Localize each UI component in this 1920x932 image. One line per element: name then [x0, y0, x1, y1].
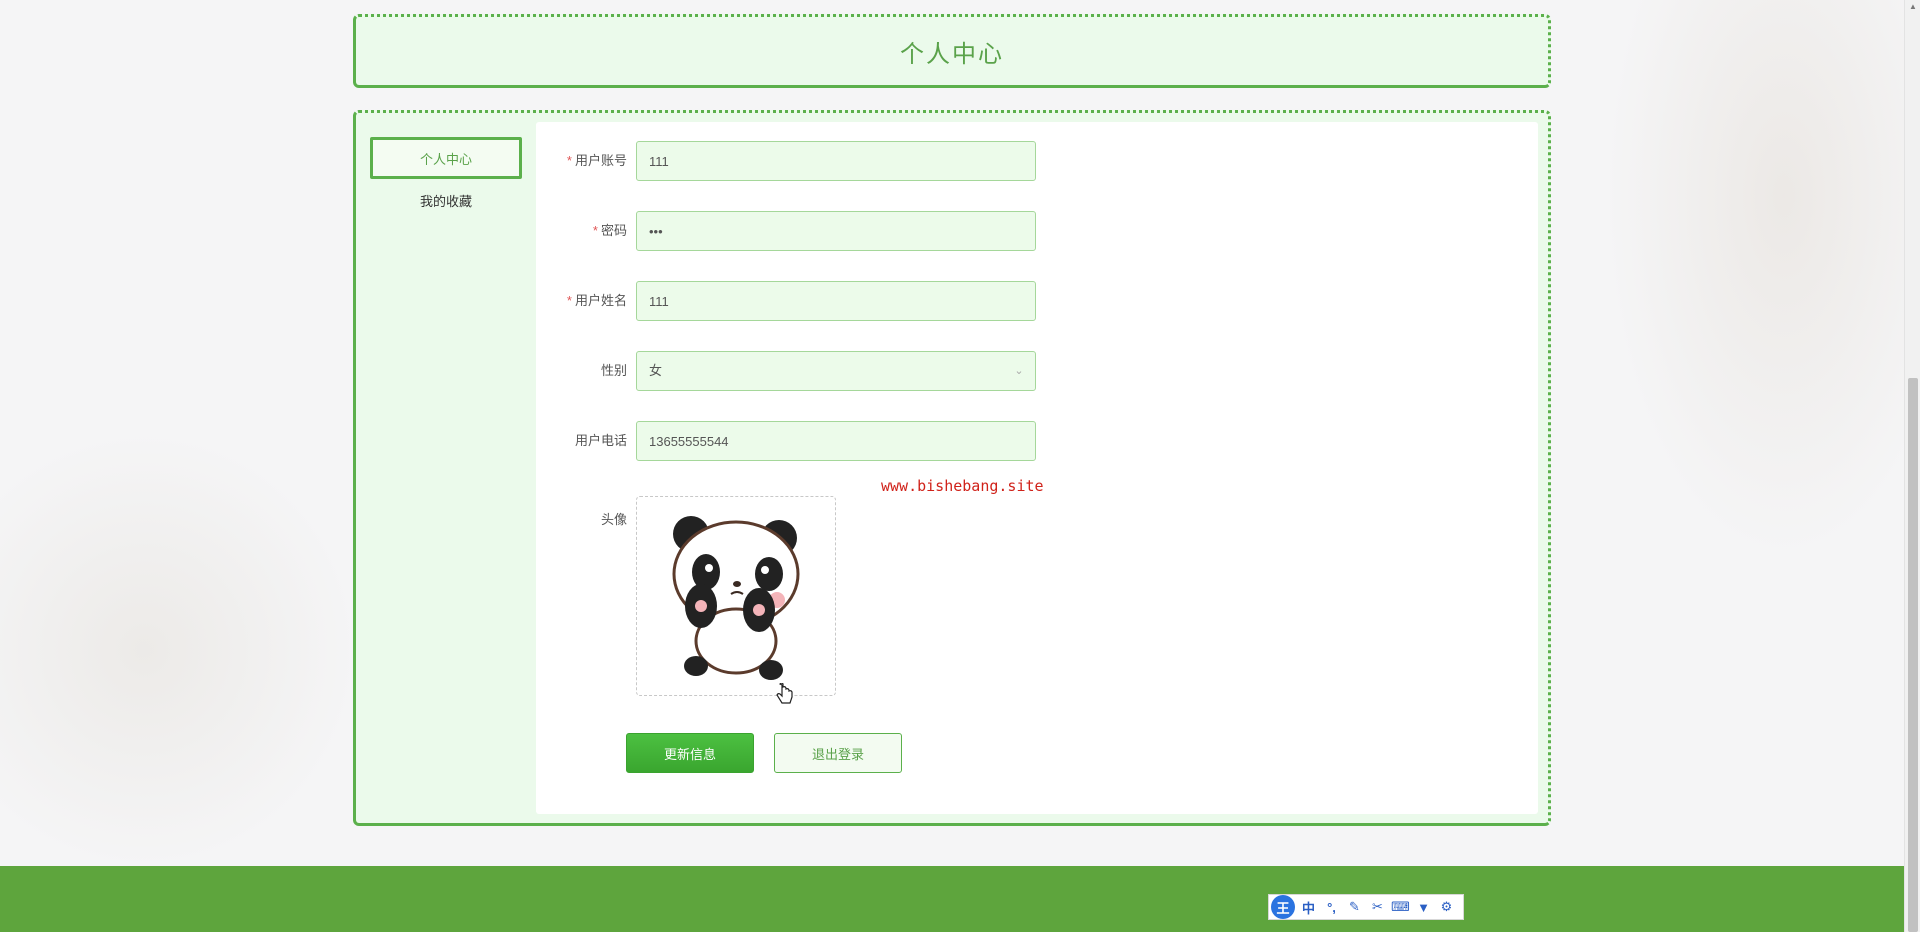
- chevron-down-icon: ⌄: [1014, 365, 1024, 377]
- page-title-panel: 个人中心: [353, 14, 1551, 88]
- sidebar-item-label: 我的收藏: [419, 193, 472, 209]
- account-input[interactable]: [636, 141, 1036, 181]
- logout-button[interactable]: 退出登录: [774, 733, 902, 773]
- gender-select[interactable]: 女 ⌄: [636, 351, 1036, 391]
- required-mark: *: [592, 223, 598, 238]
- sidebar-menu: 个人中心 我的收藏: [370, 137, 522, 221]
- gear-icon[interactable]: ⚙: [1437, 897, 1456, 917]
- gender-row: 性别 女 ⌄: [536, 351, 1056, 391]
- sidebar-item-profile[interactable]: 个人中心: [370, 137, 522, 179]
- background-decoration-left: [0, 430, 360, 870]
- avatar-upload[interactable]: [636, 496, 836, 696]
- background-decoration-right: [1604, 0, 1904, 560]
- gender-selected-value: 女: [649, 363, 663, 378]
- password-label: * 密码: [536, 211, 627, 251]
- name-row: * 用户姓名: [536, 281, 1056, 321]
- sidebar-item-favorites[interactable]: 我的收藏: [370, 179, 522, 221]
- phone-label: 用户电话: [574, 433, 627, 448]
- avatar-label: 头像: [600, 512, 627, 527]
- name-input[interactable]: [636, 281, 1036, 321]
- main-panel: 个人中心 我的收藏 *用户账号 *密码 *用户姓名 性别 女 ⌄: [353, 110, 1551, 826]
- ime-logo[interactable]: 王: [1271, 895, 1295, 919]
- page-footer: [0, 866, 1904, 932]
- password-label-text: 密码: [600, 223, 627, 238]
- panda-avatar-image: [672, 516, 800, 680]
- phone-input[interactable]: [636, 421, 1036, 461]
- ime-toolbar: 王 中 °, ✎ ✂ ⌨ ▼ ⚙: [1268, 894, 1464, 920]
- phone-row: 用户电话: [536, 421, 1056, 461]
- password-row: * 密码: [536, 211, 1056, 251]
- pen-icon[interactable]: ✎: [1345, 897, 1364, 917]
- punctuation-icon[interactable]: °,: [1322, 897, 1341, 917]
- profile-form-area: *用户账号 *密码 *用户姓名 性别 女 ⌄ 用户电话 www.bisheban…: [536, 122, 1538, 814]
- name-label: * 用户姓名: [536, 281, 627, 321]
- shirt-icon[interactable]: ▼: [1414, 897, 1433, 917]
- page-scrollbar[interactable]: ▲: [1904, 0, 1920, 932]
- ime-language-toggle[interactable]: 中: [1299, 897, 1318, 917]
- required-mark: *: [566, 153, 572, 168]
- name-label-text: 用户姓名: [574, 293, 627, 308]
- gender-label: 性别: [600, 363, 627, 378]
- password-input[interactable]: [636, 211, 1036, 251]
- watermark-text: www.bishebang.site: [881, 477, 1044, 495]
- scrollbar-thumb[interactable]: [1908, 378, 1918, 932]
- sidebar-item-label: 个人中心: [419, 151, 472, 167]
- scissors-icon[interactable]: ✂: [1368, 897, 1387, 917]
- update-info-button[interactable]: 更新信息: [626, 733, 754, 773]
- required-mark: *: [566, 293, 572, 308]
- account-row: * 用户账号: [536, 141, 1056, 181]
- scroll-up-arrow-icon[interactable]: ▲: [1909, 2, 1917, 11]
- account-label: * 用户账号: [536, 141, 627, 181]
- hand-cursor-icon: [776, 683, 793, 704]
- page-title: 个人中心: [900, 40, 1004, 68]
- keyboard-icon[interactable]: ⌨: [1391, 897, 1410, 917]
- account-label-text: 用户账号: [574, 153, 627, 168]
